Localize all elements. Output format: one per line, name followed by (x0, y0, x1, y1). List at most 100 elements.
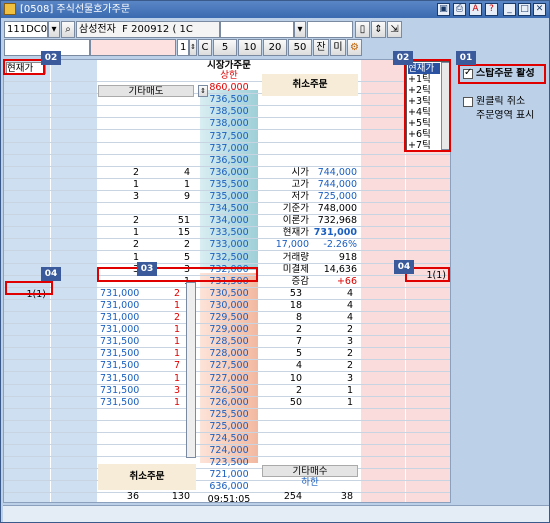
price-cell[interactable]: 734,000 (198, 215, 260, 227)
sort-icon[interactable]: ⇕ (371, 21, 386, 38)
bid-count-cell: 2 (346, 348, 353, 360)
info-value: 14,636 (323, 263, 357, 275)
left-scrollbar[interactable] (186, 282, 196, 458)
bid-count-cell: 2 (346, 360, 353, 372)
btn-20[interactable]: 20 (263, 39, 287, 56)
bid-count-cell: 4 (346, 312, 353, 323)
cancel-order-header[interactable]: 취소주문 (262, 74, 358, 96)
ask-total-2: 130 (171, 491, 190, 502)
export-icon[interactable]: ⇲ (387, 21, 402, 38)
info-label: 고가 (291, 178, 309, 190)
price-cell[interactable]: 733,500 (198, 227, 260, 239)
highlight-current-row (97, 267, 258, 282)
price-cell[interactable]: 636,000 (198, 481, 260, 493)
order-price-cell[interactable]: 731,000 (100, 288, 144, 300)
bid-qty-cell: 5 (295, 348, 302, 360)
print-icon[interactable]: ⎙ (453, 3, 466, 16)
btn-5[interactable]: 5 (213, 39, 237, 56)
lower-limit-label: 하한 (301, 477, 319, 488)
price-cell[interactable]: 735,500 (198, 179, 260, 191)
btn-10[interactable]: 10 (238, 39, 262, 56)
info-label: 현재가 (282, 227, 309, 239)
bid-qty-cell: 53 (289, 287, 302, 299)
btn-c[interactable]: C (198, 39, 212, 56)
price-cell[interactable]: 736,000 (198, 167, 260, 179)
price-cell[interactable]: 736,500 (198, 155, 260, 167)
price-cell[interactable]: 737,000 (198, 143, 260, 155)
price-cell[interactable]: 730,000 (198, 300, 260, 312)
order-price-cell[interactable]: 731,000 (100, 312, 144, 324)
password-input[interactable] (307, 21, 353, 38)
btn-jan[interactable]: 잔 (313, 39, 329, 56)
price-cell[interactable]: 729,000 (198, 324, 260, 336)
account-dropdown-icon[interactable]: ▾ (294, 21, 306, 38)
ask-qty-cell: 3 (132, 191, 139, 202)
code-input[interactable]: 111DC000 (4, 21, 48, 38)
help-icon[interactable]: ? (485, 3, 498, 16)
order-price-cell[interactable]: 731,500 (100, 397, 144, 409)
price-cell[interactable]: 724,500 (198, 433, 260, 445)
price-cell[interactable]: 09:51:05 (198, 494, 260, 503)
doc-icon[interactable]: ▯ (355, 21, 370, 38)
qty-input[interactable]: 1 (177, 39, 189, 56)
order-price-cell[interactable]: 731,500 (100, 360, 144, 372)
annotation-tag-01: 01 (456, 51, 476, 65)
price-cell[interactable]: 738,000 (198, 118, 260, 130)
minimize-icon[interactable]: _ (503, 3, 516, 16)
info-label: 거래량 (282, 251, 309, 263)
one-click-checkbox[interactable] (463, 97, 473, 107)
price-cell[interactable]: 726,000 (198, 397, 260, 409)
price-cell[interactable]: 728,500 (198, 336, 260, 348)
btn-50[interactable]: 50 (288, 39, 312, 56)
order-price-cell[interactable]: 731,500 (100, 336, 144, 348)
price-cell[interactable]: 725,000 (198, 421, 260, 433)
cancel-order-bottom[interactable]: 취소주문 (98, 464, 196, 490)
price-cell[interactable]: 735,000 (198, 191, 260, 203)
font-icon[interactable]: A (469, 3, 482, 16)
price-cell[interactable]: 738,500 (198, 106, 260, 118)
price-cell[interactable]: 721,000 (198, 469, 260, 481)
price-cell[interactable]: 732,500 (198, 252, 260, 264)
info-value: 918 (338, 251, 357, 263)
bid-count-cell: 1 (346, 384, 353, 396)
account-select[interactable] (220, 21, 294, 38)
price-cell[interactable]: 723,500 (198, 457, 260, 469)
price-cell[interactable]: 727,500 (198, 360, 260, 372)
price-cell[interactable]: 737,500 (198, 131, 260, 143)
order-price-cell[interactable]: 731,500 (100, 385, 144, 397)
field-b[interactable] (90, 39, 176, 56)
order-price-cell[interactable]: 731,000 (100, 300, 144, 312)
info-value: 725,000 (317, 191, 357, 202)
settings-icon[interactable]: ⚙ (347, 39, 362, 56)
qty-spin-icon[interactable]: ⇕ (189, 39, 197, 56)
ask-count-cell: 9 (183, 191, 190, 202)
search-icon[interactable]: ⌕ (61, 21, 75, 38)
bid-qty-cell: 4 (295, 360, 302, 372)
info-label: 저가 (291, 191, 309, 202)
screen-icon[interactable]: ▣ (437, 3, 450, 16)
order-price-cell[interactable]: 731,500 (100, 348, 144, 360)
order-price-cell[interactable]: 731,500 (100, 373, 144, 385)
price-cell[interactable]: 734,500 (198, 203, 260, 215)
order-price-cell[interactable]: 731,000 (100, 324, 144, 336)
price-cell[interactable]: 724,000 (198, 445, 260, 457)
price-cell[interactable]: 727,000 (198, 373, 260, 385)
price-cell[interactable]: 726,500 (198, 385, 260, 397)
price-cell[interactable]: 728,000 (198, 348, 260, 360)
price-cell[interactable]: 733,000 (198, 239, 260, 251)
info-label: 이론가 (282, 215, 309, 227)
price-cell[interactable]: 730,500 (198, 288, 260, 300)
price-cell[interactable]: 725,500 (198, 409, 260, 421)
close-icon[interactable]: ✕ (533, 3, 546, 16)
bid-qty-cell: 18 (289, 299, 302, 311)
maximize-icon[interactable]: □ (518, 3, 531, 16)
btn-mi[interactable]: 미 (330, 39, 346, 56)
other-sell-header[interactable]: 기타매도 (98, 85, 194, 97)
other-buy-header[interactable]: 기타매수 (262, 465, 358, 477)
price-cell[interactable]: 729,500 (198, 312, 260, 324)
bid-qty-cell: 8 (295, 312, 302, 323)
code-dropdown-icon[interactable]: ▾ (48, 21, 60, 38)
scroll-up-icon[interactable]: ⇕ (198, 85, 208, 97)
ask-qty-cell: 1 (132, 251, 139, 263)
order-qty-cell: 3 (173, 384, 180, 396)
